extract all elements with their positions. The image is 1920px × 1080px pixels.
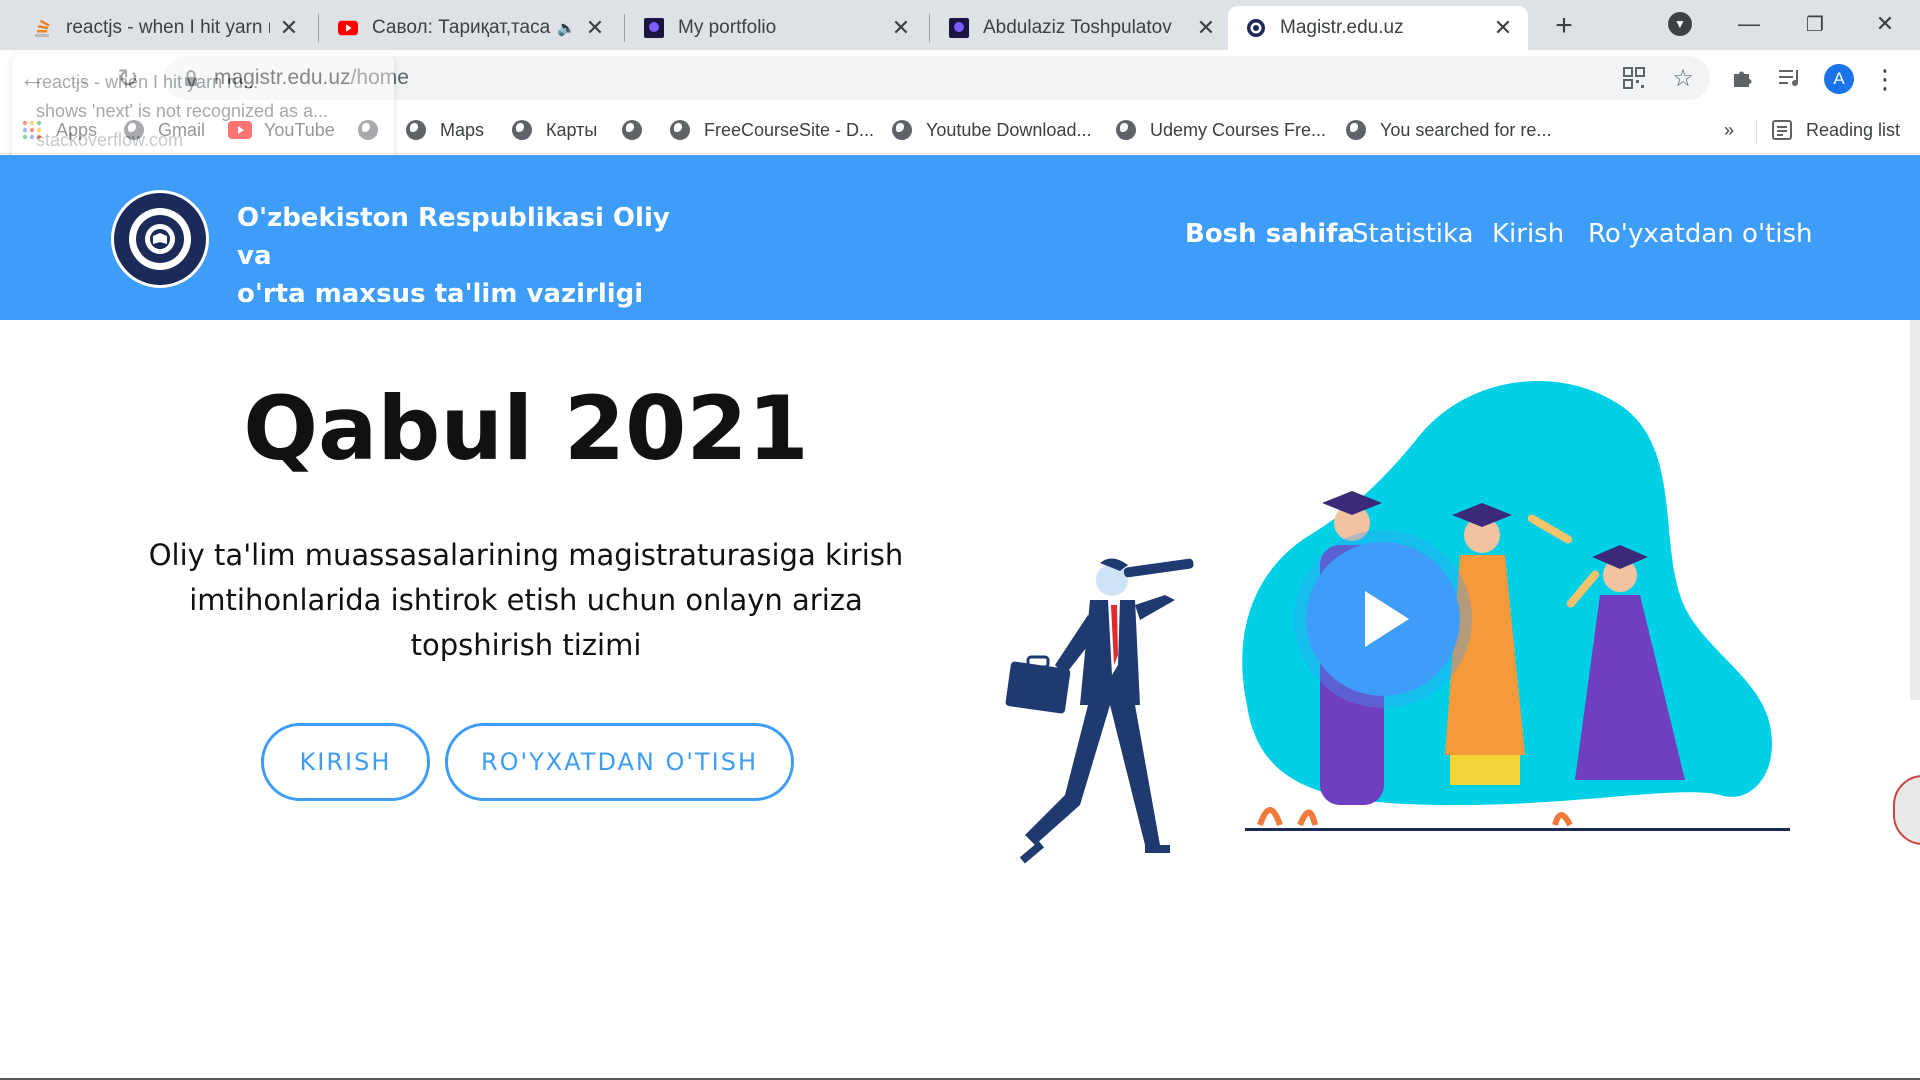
more-bookmarks-icon[interactable]: » <box>1724 120 1734 141</box>
hover-card-host: stackoverflow.com <box>36 130 184 150</box>
hover-card-title-cont: shows 'next' is not recognized as a... <box>36 101 329 121</box>
new-tab-icon[interactable]: + <box>1548 9 1580 42</box>
site-logo-icon <box>1246 18 1266 38</box>
close-tab-icon[interactable]: ✕ <box>1492 15 1514 40</box>
bookmark-freecoursesite[interactable]: FreeCourseSite - D... <box>670 114 874 146</box>
close-tab-icon[interactable]: ✕ <box>278 15 300 40</box>
reading-list-label: Reading list <box>1806 119 1901 140</box>
more-menu-icon[interactable]: ⋮ <box>1870 62 1900 96</box>
tab-title: Magistr.edu.uz <box>1280 17 1404 38</box>
extensions-icon[interactable] <box>1722 58 1762 98</box>
minimize-icon[interactable]: — <box>1724 6 1774 42</box>
restore-icon[interactable]: ❐ <box>1790 6 1840 42</box>
close-tab-icon[interactable]: ✕ <box>1195 15 1217 40</box>
nav-royxatdan-otish[interactable]: Ro'yxatdan o'tish <box>1588 219 1813 249</box>
tab-strip: reactjs - when I hit yarn run ✕ Савол: Т… <box>0 0 1920 50</box>
tab-title: Abdulaziz Toshpulatov <box>983 17 1172 38</box>
globe-icon <box>512 120 532 140</box>
stackoverflow-icon <box>32 18 52 38</box>
globe-icon <box>1346 120 1366 140</box>
speaker-icon[interactable]: 🔈 <box>557 19 576 37</box>
bookmark-label: Youtube Download... <box>926 119 1092 140</box>
tab-title: reactjs - when I hit yarn run <box>66 17 270 38</box>
tab-search-icon[interactable]: ▼ <box>1668 12 1692 36</box>
play-icon <box>1365 591 1409 647</box>
bookmark-youtube-download[interactable]: Youtube Download... <box>892 114 1091 146</box>
businessman-figure <box>1005 558 1194 864</box>
bookmark-unnamed[interactable] <box>622 114 656 146</box>
plant-shape <box>1552 812 1573 827</box>
register-button[interactable]: RO'YXATDAN O'TISH <box>445 723 794 801</box>
floating-widget[interactable] <box>1893 775 1920 845</box>
portfolio-icon <box>949 18 969 38</box>
tab-youtube-video[interactable]: Савол: Тариқат,тасаввуф 🔈 ✕ <box>320 6 620 50</box>
hero-title: Qabul 2021 <box>243 377 809 480</box>
bookmark-karty[interactable]: Карты <box>512 114 597 146</box>
bookmarks-divider <box>1756 120 1757 144</box>
globe-icon <box>892 120 912 140</box>
globe-icon <box>622 120 642 140</box>
ministry-name: O'zbekiston Respublikasi Oliy va o'rta m… <box>237 199 687 313</box>
profile-avatar[interactable]: A <box>1824 64 1854 94</box>
globe-icon <box>1116 120 1136 140</box>
close-window-icon[interactable]: ✕ <box>1860 6 1910 42</box>
nav-bosh-sahifa[interactable]: Bosh sahifa <box>1185 219 1355 249</box>
page-scrollbar[interactable] <box>1910 320 1920 700</box>
plant-shape <box>1257 807 1318 827</box>
tab-title: My portfolio <box>678 17 777 38</box>
bookmark-label: You searched for re... <box>1380 119 1552 140</box>
site-header: O'zbekiston Respublikasi Oliy va o'rta m… <box>0 155 1920 320</box>
tab-magistr-active[interactable]: Magistr.edu.uz ✕ <box>1228 6 1528 50</box>
globe-icon <box>406 120 426 140</box>
bookmark-label: Карты <box>546 119 598 140</box>
tab-title: Савол: Тариқат,тасаввуф <box>372 17 551 38</box>
reading-list-icon <box>1772 120 1792 140</box>
globe-icon <box>670 120 690 140</box>
bookmark-star-icon[interactable]: ☆ <box>1663 58 1703 98</box>
bookmark-maps[interactable]: Maps <box>406 114 484 146</box>
tab-separator <box>929 14 930 42</box>
ministry-name-line2: o'rta maxsus ta'lim vazirligi <box>237 279 644 309</box>
bookmark-label: Udemy Courses Fre... <box>1150 119 1327 140</box>
graduate-pants <box>1450 755 1520 785</box>
hero-subtitle: Oliy ta'lim muassasalarining magistratur… <box>148 538 904 662</box>
tab-abdulaziz[interactable]: Abdulaziz Toshpulatov ✕ <box>931 6 1231 50</box>
media-control-icon[interactable] <box>1770 58 1810 98</box>
bookmark-label: FreeCourseSite - D... <box>704 119 875 140</box>
portfolio-icon <box>644 18 664 38</box>
close-tab-icon[interactable]: ✕ <box>584 15 606 40</box>
reading-list-button[interactable]: Reading list <box>1772 114 1900 146</box>
ground-line <box>1245 828 1790 831</box>
tab-my-portfolio[interactable]: My portfolio ✕ <box>626 6 926 50</box>
ministry-emblem-icon[interactable] <box>110 189 210 289</box>
tab-separator <box>318 14 319 42</box>
tab-hover-card: reactjs - when I hit yarn ru... shows 'n… <box>12 54 394 170</box>
nav-statistika[interactable]: Statistika <box>1352 219 1474 249</box>
address-bar[interactable]: magistr.edu.uz/home <box>164 56 1710 100</box>
nav-kirish[interactable]: Kirish <box>1492 219 1564 249</box>
bookmark-udemy[interactable]: Udemy Courses Fre... <box>1116 114 1326 146</box>
hover-card-title: reactjs - when I hit yarn ru... <box>36 72 259 92</box>
tab-separator <box>624 14 625 42</box>
youtube-icon <box>338 18 358 38</box>
close-tab-icon[interactable]: ✕ <box>890 15 912 40</box>
bookmark-label: Maps <box>440 119 485 140</box>
video-play-button[interactable] <box>1306 542 1460 696</box>
ministry-name-line1: O'zbekiston Respublikasi Oliy va <box>237 203 670 271</box>
login-button[interactable]: KIRISH <box>261 723 430 801</box>
tab-stackoverflow[interactable]: reactjs - when I hit yarn run ✕ <box>14 6 314 50</box>
web-page: O'zbekiston Respublikasi Oliy va o'rta m… <box>0 155 1920 1080</box>
qr-code-icon[interactable] <box>1614 58 1654 98</box>
bookmark-you-searched[interactable]: You searched for re... <box>1346 114 1551 146</box>
